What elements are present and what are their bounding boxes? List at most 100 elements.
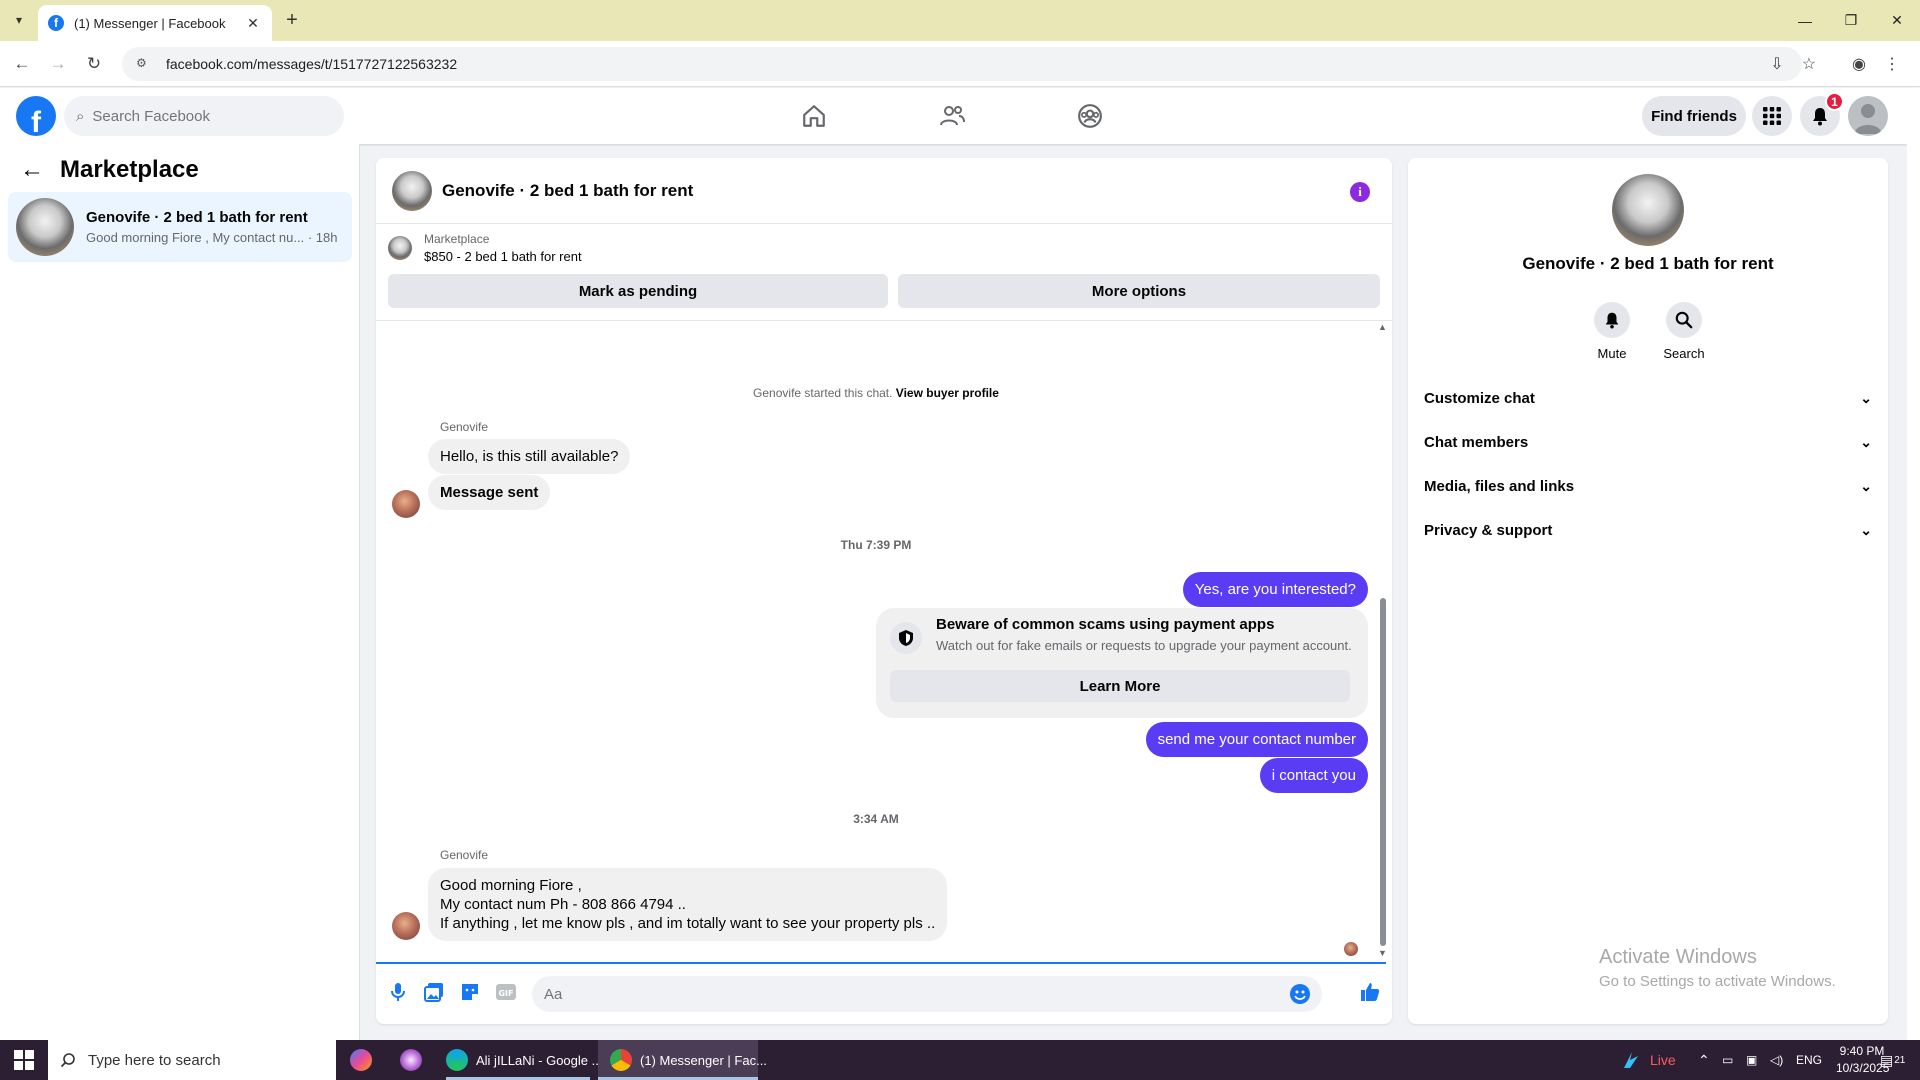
- new-tab-button[interactable]: +: [280, 8, 304, 32]
- conversation-item[interactable]: Genovife · 2 bed 1 bath for rent Good mo…: [8, 192, 352, 262]
- reload-icon[interactable]: ↻: [82, 52, 106, 76]
- sender-name: Genovife: [440, 848, 489, 862]
- chevron-down-icon: ⌄: [1860, 433, 1872, 450]
- row-label: Media, files and links: [1424, 477, 1575, 495]
- account-avatar[interactable]: [1848, 96, 1888, 136]
- minimize-button[interactable]: —: [1782, 0, 1828, 41]
- facebook-search-input[interactable]: [92, 107, 293, 125]
- windows-start-icon[interactable]: [0, 1040, 48, 1080]
- nav-friends[interactable]: [896, 88, 1008, 144]
- live-weather-widget[interactable]: Live: [1620, 1040, 1676, 1080]
- sender-avatar[interactable]: [392, 912, 420, 940]
- network-icon[interactable]: ▣: [1746, 1040, 1757, 1080]
- chat-scrollbar[interactable]: ▲ ▼: [1378, 322, 1388, 958]
- message-input-box[interactable]: [532, 976, 1322, 1012]
- browser-menu-icon[interactable]: ⋮: [1884, 54, 1900, 74]
- chat-header: Genovife · 2 bed 1 bath for rent i: [376, 158, 1392, 224]
- privacy-support-row[interactable]: Privacy & support ⌄: [1424, 512, 1872, 548]
- chevron-down-icon: ⌄: [1860, 389, 1872, 406]
- emoji-icon[interactable]: [1290, 984, 1310, 1004]
- taskbar-search[interactable]: Type here to search: [48, 1040, 336, 1080]
- site-info-icon[interactable]: ⚙: [136, 56, 152, 72]
- volume-icon[interactable]: ◁): [1770, 1040, 1783, 1080]
- user-silhouette-icon: [1854, 104, 1882, 134]
- sticker-icon[interactable]: [458, 980, 482, 1004]
- more-options-button[interactable]: More options: [898, 274, 1380, 308]
- learn-more-button[interactable]: Learn More: [890, 670, 1350, 702]
- scroll-down-icon[interactable]: ▼: [1378, 948, 1387, 958]
- meet-now-icon[interactable]: ▭: [1722, 1040, 1733, 1080]
- row-label: Privacy & support: [1424, 521, 1553, 539]
- info-icon[interactable]: i: [1350, 182, 1370, 202]
- scam-warning-title: Beware of common scams using payment app…: [936, 616, 1275, 633]
- customize-chat-row[interactable]: Customize chat ⌄: [1424, 380, 1872, 416]
- show-hidden-icons-chevron-icon[interactable]: ⌃: [1698, 1040, 1710, 1080]
- restore-button[interactable]: ❐: [1828, 0, 1874, 41]
- mute-label: Mute: [1597, 346, 1627, 361]
- address-bar[interactable]: ⚙ facebook.com/messages/t/15177271225632…: [122, 47, 1802, 81]
- conversation-info-panel: Genovife · 2 bed 1 bath for rent Mute Se…: [1408, 158, 1888, 1024]
- listing-summary[interactable]: Marketplace $850 - 2 bed 1 bath for rent: [388, 232, 582, 264]
- back-arrow-icon[interactable]: ←: [20, 156, 44, 184]
- gif-icon[interactable]: GIF: [494, 980, 518, 1004]
- search-action[interactable]: Search: [1654, 302, 1714, 361]
- forward-arrow-icon[interactable]: →: [46, 52, 70, 76]
- notification-center[interactable]: ▤ 21: [1880, 1040, 1905, 1080]
- row-label: Chat members: [1424, 433, 1529, 451]
- incoming-message[interactable]: Hello, is this still available?: [428, 439, 631, 474]
- bell-icon: [1813, 108, 1827, 126]
- profile-icon[interactable]: ◉: [1852, 54, 1866, 74]
- chat-thumbnail[interactable]: [392, 170, 432, 211]
- close-window-button[interactable]: ✕: [1874, 0, 1920, 41]
- scrollbar-thumb[interactable]: [1380, 598, 1386, 946]
- chevron-down-icon: ⌄: [1860, 521, 1872, 538]
- outgoing-message[interactable]: i contact you: [1259, 758, 1368, 793]
- view-buyer-profile-link[interactable]: View buyer profile: [896, 386, 999, 400]
- svg-text:GIF: GIF: [498, 989, 513, 998]
- sidebar-title: Marketplace: [60, 156, 199, 183]
- outgoing-message[interactable]: send me your contact number: [1145, 722, 1368, 757]
- bell-icon: [1594, 302, 1630, 338]
- notifications-button[interactable]: 1: [1800, 92, 1844, 136]
- microphone-icon[interactable]: [386, 980, 410, 1004]
- chat-members-row[interactable]: Chat members ⌄: [1424, 424, 1872, 460]
- chat-panel: Genovife · 2 bed 1 bath for rent i Marke…: [376, 158, 1392, 1024]
- facebook-search[interactable]: ⌕: [64, 96, 344, 136]
- incoming-message-multiline[interactable]: Good morning Fiore , My contact num Ph -…: [428, 868, 948, 941]
- media-files-links-row[interactable]: Media, files and links ⌄: [1424, 468, 1872, 504]
- chat-title[interactable]: Genovife · 2 bed 1 bath for rent: [442, 181, 693, 201]
- shield-icon: [890, 622, 922, 654]
- conversation-name: Genovife · 2 bed 1 bath for rent: [86, 209, 308, 226]
- tab-close-icon[interactable]: ✕: [244, 15, 262, 32]
- message-input[interactable]: [544, 985, 1284, 1003]
- thumbs-up-icon[interactable]: [1358, 980, 1382, 1004]
- watermark-line-1: Activate Windows: [1599, 946, 1757, 968]
- taskbar-chrome-window[interactable]: (1) Messenger | Fac...: [610, 1040, 767, 1080]
- taskbar-edge-window[interactable]: Ali jILLaNi - Google ...: [446, 1040, 602, 1080]
- back-arrow-icon[interactable]: ←: [10, 52, 34, 76]
- browser-tab-messenger[interactable]: f (1) Messenger | Facebook ✕: [38, 5, 272, 41]
- page-scrollbar[interactable]: [1907, 88, 1920, 1040]
- tab-search-chevron-icon[interactable]: ▾: [8, 9, 30, 31]
- chat-started-notice: Genovife started this chat. View buyer p…: [376, 386, 1376, 400]
- mute-action[interactable]: Mute: [1582, 302, 1642, 361]
- browser-toolbar: ← → ↻ ⚙ facebook.com/messages/t/15177271…: [0, 41, 1920, 87]
- scroll-up-icon[interactable]: ▲: [1378, 322, 1387, 332]
- bookmark-star-icon[interactable]: ☆: [1802, 54, 1816, 74]
- copilot-taskbar-icon[interactable]: [350, 1040, 380, 1080]
- app-taskbar-icon[interactable]: [400, 1040, 430, 1080]
- nav-home[interactable]: [758, 88, 870, 144]
- menu-grid-button[interactable]: [1752, 96, 1792, 136]
- incoming-message[interactable]: Message sent: [428, 475, 551, 510]
- sender-avatar[interactable]: [392, 490, 420, 518]
- photo-icon[interactable]: [422, 980, 446, 1004]
- home-icon: [803, 105, 825, 127]
- listing-thumbnail: [388, 236, 412, 260]
- nav-groups[interactable]: [1034, 88, 1146, 144]
- install-app-icon[interactable]: ⇩: [1770, 54, 1783, 74]
- outgoing-message[interactable]: Yes, are you interested?: [1182, 572, 1368, 607]
- mark-as-pending-button[interactable]: Mark as pending: [388, 274, 888, 308]
- find-friends-button[interactable]: Find friends: [1642, 96, 1746, 136]
- facebook-logo-icon[interactable]: f: [16, 96, 56, 136]
- language-indicator[interactable]: ENG: [1796, 1040, 1822, 1080]
